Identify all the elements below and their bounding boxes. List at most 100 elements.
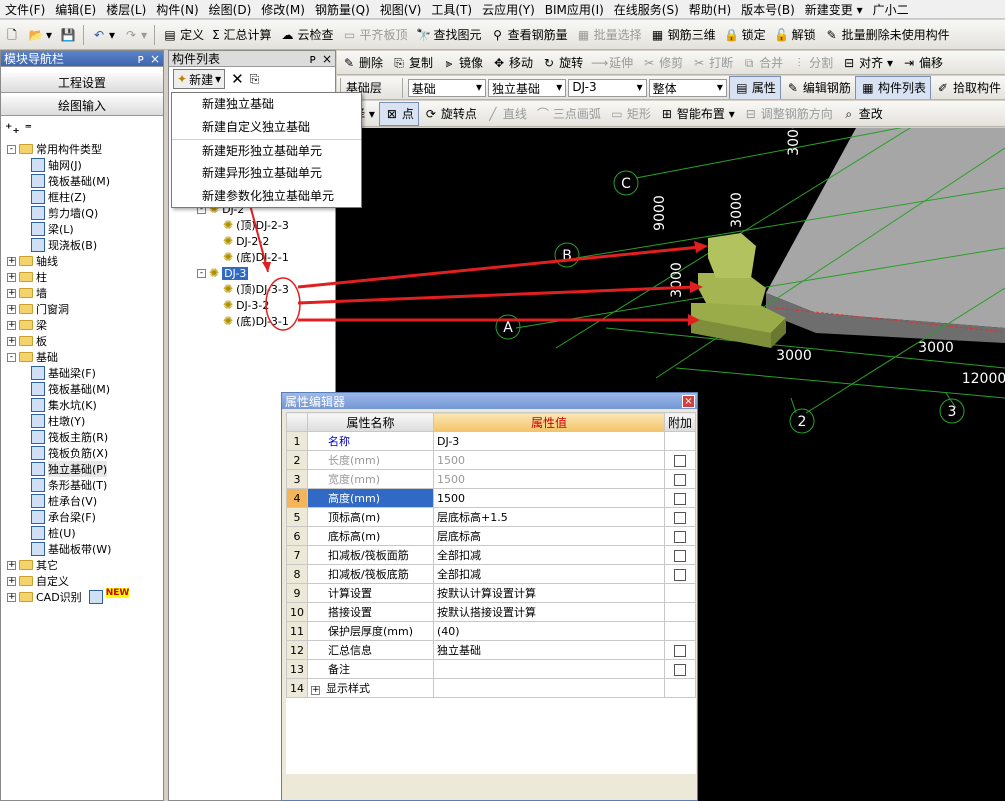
property-name-text: 底标高(m) <box>328 530 381 543</box>
property-value[interactable]: DJ-3 <box>433 431 665 451</box>
property-value[interactable] <box>433 659 665 679</box>
dropdown-item-3[interactable]: 新建异形独立基础单元 <box>172 162 361 185</box>
attach-checkbox[interactable] <box>673 492 686 505</box>
attach-checkbox[interactable] <box>673 644 686 657</box>
property-name-text: 扣减板/筏板底筋 <box>328 568 409 581</box>
property-name: + 显示样式 <box>307 678 434 698</box>
row-number: 1 <box>286 431 308 451</box>
attach-checkbox[interactable] <box>673 549 686 562</box>
attach-checkbox[interactable] <box>673 454 686 467</box>
property-value[interactable]: (40) <box>433 621 665 641</box>
attach-cell[interactable] <box>663 526 697 546</box>
row-number: 4 <box>286 488 308 508</box>
attach-cell[interactable] <box>663 659 697 679</box>
property-value[interactable]: 1500 <box>433 450 665 470</box>
row-number: 11 <box>286 621 308 641</box>
attach-cell[interactable] <box>663 640 697 660</box>
property-row[interactable]: 4 高度(mm) 1500 <box>286 488 697 508</box>
property-value[interactable]: 全部扣减 <box>433 564 665 584</box>
property-value[interactable]: 按默认计算设置计算 <box>433 583 665 603</box>
property-name: 备注 <box>307 659 434 679</box>
property-name-text: 名称 <box>328 435 350 448</box>
property-name: 计算设置 <box>307 583 434 603</box>
dropdown-item-2[interactable]: 新建矩形独立基础单元 <box>172 139 361 162</box>
attach-cell[interactable] <box>663 450 697 470</box>
empty-row <box>286 735 696 755</box>
property-value[interactable] <box>433 678 665 698</box>
property-value[interactable]: 1500 <box>433 488 665 508</box>
property-value[interactable]: 层底标高 <box>433 526 665 546</box>
attach-cell <box>663 583 697 603</box>
empty-row <box>286 697 696 717</box>
property-name-text: 宽度(mm) <box>328 473 381 486</box>
row-number: 6 <box>286 526 308 546</box>
property-name-text: 搭接设置 <box>328 606 372 619</box>
attach-checkbox[interactable] <box>673 568 686 581</box>
attach-checkbox[interactable] <box>673 511 686 524</box>
property-row[interactable]: 1 名称 DJ-3 <box>286 431 697 451</box>
property-row[interactable]: 12 汇总信息 独立基础 <box>286 640 697 660</box>
property-name: 扣减板/筏板底筋 <box>307 564 434 584</box>
property-name: 名称 <box>307 431 434 451</box>
property-name: 宽度(mm) <box>307 469 434 489</box>
row-number: 8 <box>286 564 308 584</box>
property-name: 搭接设置 <box>307 602 434 622</box>
row-number: 13 <box>286 659 308 679</box>
attach-checkbox[interactable] <box>673 530 686 543</box>
row-number: 9 <box>286 583 308 603</box>
property-row[interactable]: 6 底标高(m) 层底标高 <box>286 526 697 546</box>
property-row[interactable]: 11 保护层厚度(mm) (40) <box>286 621 697 641</box>
property-name-text: 保护层厚度(mm) <box>328 625 414 638</box>
property-value[interactable]: 全部扣减 <box>433 545 665 565</box>
property-row[interactable]: 13 备注 <box>286 659 697 679</box>
property-value[interactable]: 1500 <box>433 469 665 489</box>
property-name-text: 汇总信息 <box>328 644 372 657</box>
col-prop-name: 属性名称 <box>307 412 434 432</box>
property-name-text: 显示样式 <box>326 682 370 695</box>
attach-cell <box>663 602 697 622</box>
attach-checkbox[interactable] <box>673 663 686 676</box>
attach-cell <box>663 621 697 641</box>
property-row[interactable]: 10 搭接设置 按默认搭接设置计算 <box>286 602 697 622</box>
property-row[interactable]: 14 + 显示样式 <box>286 678 697 698</box>
dropdown-item-4[interactable]: 新建参数化独立基础单元 <box>172 185 361 208</box>
property-name: 长度(mm) <box>307 450 434 470</box>
property-name-text: 备注 <box>328 663 350 676</box>
dropdown-item-1[interactable]: 新建自定义独立基础 <box>172 116 361 139</box>
dropdown-item-0[interactable]: 新建独立基础 <box>172 93 361 116</box>
attach-cell <box>663 431 697 451</box>
expand-icon[interactable]: + <box>311 686 320 695</box>
row-number: 14 <box>286 678 308 698</box>
property-row[interactable]: 2 长度(mm) 1500 <box>286 450 697 470</box>
property-value[interactable]: 层底标高+1.5 <box>433 507 665 527</box>
property-row[interactable]: 8 扣减板/筏板底筋 全部扣减 <box>286 564 697 584</box>
row-number: 5 <box>286 507 308 527</box>
property-table: 属性名称 属性值 附加 1 名称 DJ-3 2 长度(mm) 1500 3 宽度(mm) 150… <box>286 412 697 774</box>
property-row[interactable]: 3 宽度(mm) 1500 <box>286 469 697 489</box>
property-row[interactable]: 9 计算设置 按默认计算设置计算 <box>286 583 697 603</box>
property-row[interactable]: 7 扣减板/筏板面筋 全部扣减 <box>286 545 697 565</box>
property-name-text: 高度(mm) <box>328 492 381 505</box>
property-value[interactable]: 独立基础 <box>433 640 665 660</box>
property-name-text: 顶标高(m) <box>328 511 381 524</box>
attach-cell[interactable] <box>663 469 697 489</box>
property-name-text: 扣减板/筏板面筋 <box>328 549 409 562</box>
highlight-circle-units <box>265 277 301 331</box>
col-prop-value: 属性值 <box>433 412 665 432</box>
close-icon[interactable]: × <box>682 394 695 408</box>
attach-checkbox[interactable] <box>673 473 686 486</box>
row-number: 10 <box>286 602 308 622</box>
empty-row <box>286 754 696 774</box>
attach-cell[interactable] <box>663 507 697 527</box>
attach-cell[interactable] <box>663 488 697 508</box>
attach-cell[interactable] <box>663 564 697 584</box>
property-name: 顶标高(m) <box>307 507 434 527</box>
attach-cell[interactable] <box>663 545 697 565</box>
property-editor-title: 属性编辑器 <box>285 394 346 409</box>
property-value[interactable]: 按默认搭接设置计算 <box>433 602 665 622</box>
row-number: 7 <box>286 545 308 565</box>
property-name: 底标高(m) <box>307 526 434 546</box>
col-attach: 附加 <box>663 412 697 432</box>
property-row[interactable]: 5 顶标高(m) 层底标高+1.5 <box>286 507 697 527</box>
property-name-text: 长度(mm) <box>328 454 381 467</box>
